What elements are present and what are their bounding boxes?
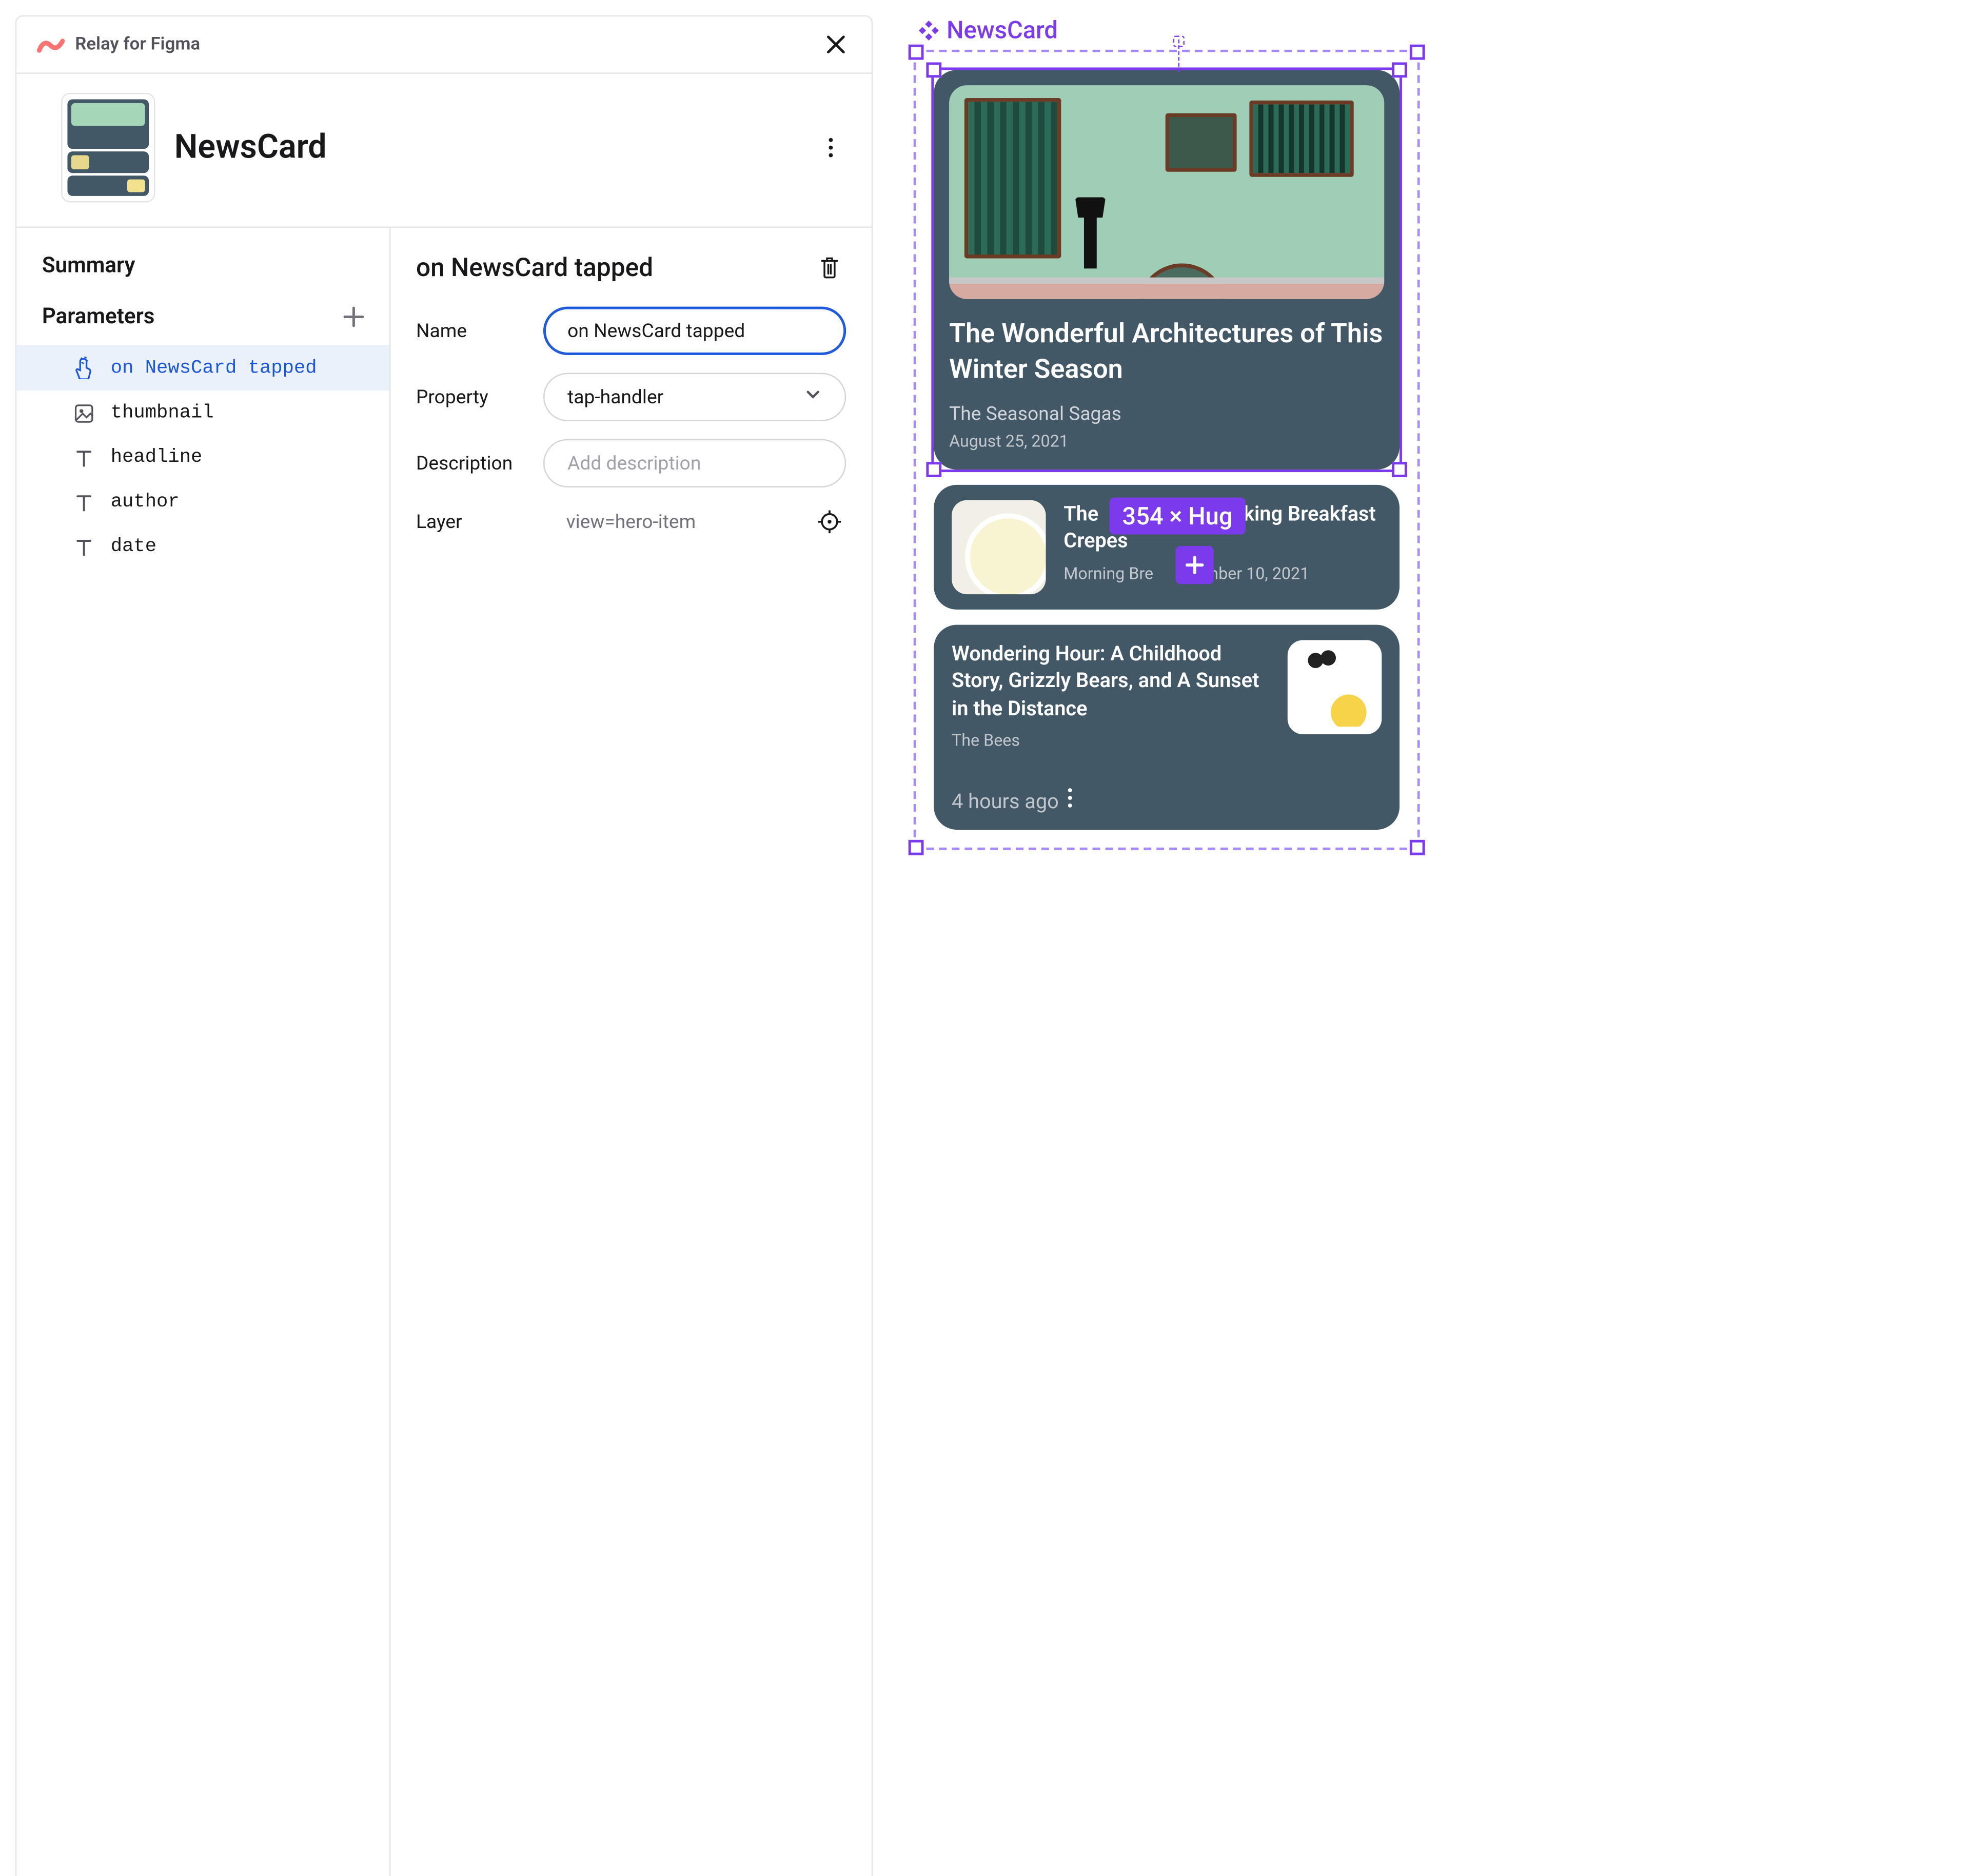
detail-panel: on NewsCard tapped Name on NewsCard tapp… <box>390 228 871 1876</box>
hero-headline: The Wonderful Architectures of This Wint… <box>949 317 1384 389</box>
relay-logo-icon <box>37 35 65 53</box>
component-thumbnail <box>63 94 154 201</box>
param-item-label: on NewsCard tapped <box>111 357 317 379</box>
description-label: Description <box>416 452 523 475</box>
newscard-row[interactable]: Wondering Hour: A Childhood Story, Grizz… <box>934 624 1400 830</box>
param-item-date[interactable]: date <box>16 524 389 569</box>
plugin-panel: Relay for Figma NewsCard Summary Paramet… <box>15 15 873 1876</box>
tap-icon <box>72 356 95 379</box>
row-author: The Bees <box>952 732 1270 751</box>
sidebar-summary-heading[interactable]: Summary <box>16 248 389 294</box>
name-input[interactable]: on NewsCard tapped <box>543 307 846 355</box>
plugin-title: Relay for Figma <box>75 34 200 55</box>
delete-parameter-button[interactable] <box>813 251 846 284</box>
hero-thumbnail <box>949 85 1384 299</box>
description-input[interactable]: Add description <box>543 439 846 487</box>
chevron-down-icon <box>804 385 822 408</box>
target-layer-button[interactable] <box>813 505 846 538</box>
text-icon <box>72 447 95 468</box>
row-meta: Morning Bre ovember 10, 2021 <box>1063 565 1382 584</box>
component-icon <box>919 19 939 40</box>
text-icon <box>72 536 95 557</box>
center-tick <box>1173 35 1185 47</box>
param-item-author[interactable]: author <box>16 480 389 524</box>
component-title: NewsCard <box>174 128 795 166</box>
row-age: 4 hours ago <box>952 789 1059 813</box>
selection-handle[interactable] <box>926 461 941 477</box>
param-item-thumbnail[interactable]: thumbnail <box>16 390 389 435</box>
row-more-button[interactable] <box>1059 787 1082 815</box>
property-label: Property <box>416 385 523 408</box>
param-item-tap[interactable]: on NewsCard tapped <box>16 345 389 390</box>
component-frame[interactable]: The Wonderful Architectures of This Wint… <box>914 50 1420 851</box>
component-header: NewsCard <box>16 74 872 228</box>
size-badge: 354 × Hug <box>1110 498 1246 535</box>
param-item-label: author <box>111 491 180 513</box>
param-item-label: date <box>111 536 156 557</box>
property-select[interactable]: tap-handler <box>543 373 846 421</box>
plugin-titlebar: Relay for Figma <box>16 16 872 74</box>
detail-title: on NewsCard tapped <box>416 252 653 283</box>
text-icon <box>72 492 95 513</box>
component-menu-button[interactable] <box>816 132 846 163</box>
canvas-component-label[interactable]: NewsCard <box>919 15 1420 45</box>
row-thumbnail <box>952 500 1046 594</box>
layer-value: view=hero-item <box>543 510 793 533</box>
selection-handle[interactable] <box>926 63 941 78</box>
row-headline: Wondering Hour: A Childhood Story, Grizz… <box>952 640 1270 722</box>
add-parameter-button[interactable] <box>336 299 371 335</box>
sidebar-parameters-heading: Parameters <box>42 304 155 330</box>
hero-author: The Seasonal Sagas <box>949 402 1384 425</box>
selection-handle[interactable] <box>1392 461 1407 477</box>
layer-label: Layer <box>416 510 523 533</box>
sidebar: Summary Parameters on NewsCard tapped <box>16 228 390 1876</box>
name-label: Name <box>416 319 523 342</box>
image-icon <box>72 403 95 423</box>
param-item-label: thumbnail <box>111 402 214 424</box>
hero-date: August 25, 2021 <box>949 432 1384 451</box>
figma-canvas[interactable]: NewsCard The Wonderful Architectures of … <box>914 15 1420 1876</box>
close-button[interactable] <box>821 29 852 60</box>
param-item-label: headline <box>111 446 203 468</box>
insert-handle[interactable] <box>1176 546 1214 584</box>
selection-handle[interactable] <box>1392 63 1407 78</box>
param-item-headline[interactable]: headline <box>16 435 389 480</box>
row-thumbnail <box>1288 640 1382 734</box>
parameter-list: on NewsCard tapped thumbnail headline <box>16 345 389 569</box>
newscard-hero[interactable]: The Wonderful Architectures of This Wint… <box>934 70 1400 469</box>
